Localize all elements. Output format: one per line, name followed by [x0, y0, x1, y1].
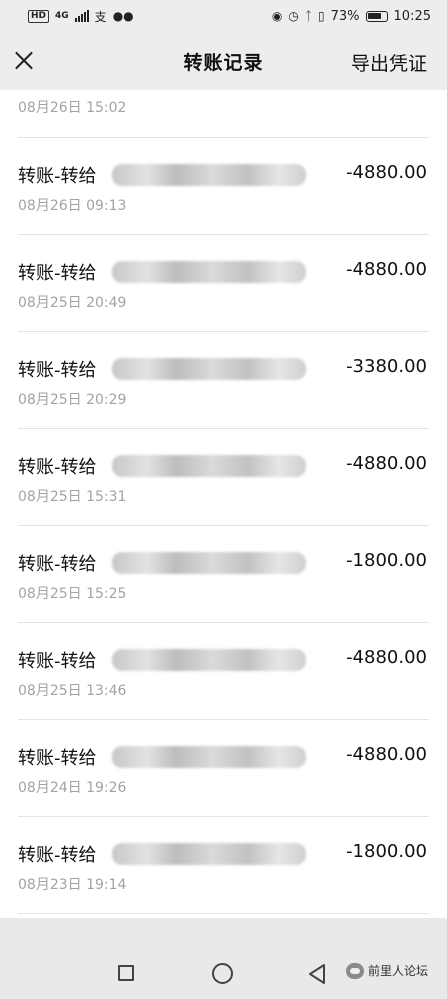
- transaction-amount: -1800.00: [346, 550, 427, 571]
- recipient-name-blurred: [112, 843, 306, 865]
- transaction-time: 08月25日 20:29: [18, 392, 127, 408]
- transaction-amount: -4880.00: [346, 647, 427, 668]
- list-item[interactable]: 转账-转给 08月25日 20:49 -4880.00: [0, 235, 447, 332]
- recipient-name-blurred: [112, 649, 306, 671]
- status-left-group: HD 4G 支 ●●: [28, 8, 134, 25]
- list-item[interactable]: 转账-转给 08月25日 15:25 -1800.00: [0, 526, 447, 623]
- transaction-amount: -4880.00: [346, 162, 427, 183]
- list-item[interactable]: 08月26日 15:02: [0, 90, 447, 138]
- signal-icon: [74, 10, 89, 22]
- eye-icon: ◉: [271, 9, 283, 23]
- alipay-icon: 支: [94, 9, 107, 24]
- transaction-amount: -3380.00: [346, 356, 427, 377]
- transaction-time: 08月25日 13:46: [18, 683, 127, 699]
- home-circle-icon[interactable]: [212, 963, 233, 984]
- bluetooth-icon: ᛏ: [304, 9, 313, 23]
- hd-icon: HD: [28, 9, 50, 23]
- status-right-group: ◉ ◷ ᛏ ▯ 73% 10:25: [272, 9, 431, 24]
- list-item[interactable]: 转账-转给 08月25日 20:29 -3380.00: [0, 332, 447, 429]
- transaction-time: 08月23日 19:14: [18, 877, 127, 893]
- nav-bar: 转账记录 导出凭证: [0, 32, 447, 90]
- transaction-time: 08月25日 15:25: [18, 586, 127, 602]
- alarm-icon: ◷: [288, 9, 299, 23]
- transaction-amount: -4880.00: [346, 744, 427, 765]
- transaction-time: 08月25日 15:31: [18, 489, 127, 505]
- wechat-channel-icon: [346, 962, 364, 979]
- page-title: 转账记录: [183, 51, 264, 74]
- system-nav-bar: 前里人论坛: [0, 954, 447, 994]
- transaction-title: 转账-转给: [18, 748, 97, 769]
- transaction-amount: -4880.00: [346, 259, 427, 280]
- list-item[interactable]: 转账-转给 08月23日 19:14 -1800.00: [0, 817, 447, 914]
- recipient-name-blurred: [112, 358, 306, 380]
- list-item[interactable]: 转账-转给 08月26日 09:13 -4880.00: [0, 138, 447, 235]
- clock-time: 10:25: [393, 8, 431, 24]
- recipient-name-blurred: [112, 746, 306, 768]
- recipient-name-blurred: [112, 261, 306, 283]
- transaction-time: 08月26日 15:02: [18, 100, 127, 116]
- transaction-amount: -4880.00: [346, 453, 427, 474]
- recents-square-icon[interactable]: [118, 965, 134, 981]
- watermark: 前里人论坛: [346, 962, 428, 979]
- bottom-system-area: 前里人论坛: [0, 918, 447, 999]
- battery-percent: 73%: [330, 8, 360, 24]
- row-divider: [18, 913, 429, 914]
- transaction-title: 转账-转给: [18, 166, 97, 187]
- close-icon[interactable]: [12, 48, 36, 72]
- recipient-name-blurred: [112, 552, 306, 574]
- recipient-name-blurred: [112, 164, 306, 186]
- watermark-text: 前里人论坛: [368, 964, 429, 978]
- network-gen-label: 4G: [55, 11, 69, 21]
- list-item[interactable]: 转账-转给 08月25日 15:31 -4880.00: [0, 429, 447, 526]
- transaction-title: 转账-转给: [18, 457, 97, 478]
- transaction-amount: -1800.00: [346, 841, 427, 862]
- status-bar: HD 4G 支 ●● ◉ ◷ ᛏ ▯ 73% 10:25: [0, 0, 447, 32]
- transaction-list[interactable]: 08月26日 15:02 转账-转给 08月26日 09:13 -4880.00…: [0, 90, 447, 918]
- battery-icon: [365, 10, 388, 22]
- wechat-icon: ●●: [112, 9, 134, 23]
- list-item[interactable]: 转账-转给 08月24日 19:26 -4880.00: [0, 720, 447, 817]
- transaction-title: 转账-转给: [18, 554, 97, 575]
- vibrate-icon: ▯: [318, 9, 325, 23]
- transaction-title: 转账-转给: [18, 651, 97, 672]
- transaction-time: 08月24日 19:26: [18, 780, 127, 796]
- list-item[interactable]: 转账-转给 08月25日 13:46 -4880.00: [0, 623, 447, 720]
- transaction-title: 转账-转给: [18, 263, 97, 284]
- transaction-time: 08月25日 20:49: [18, 295, 127, 311]
- export-voucher-button[interactable]: 导出凭证: [351, 49, 427, 76]
- transaction-time: 08月26日 09:13: [18, 198, 127, 214]
- transaction-title: 转账-转给: [18, 360, 97, 381]
- back-triangle-icon[interactable]: [307, 963, 327, 985]
- recipient-name-blurred: [112, 455, 306, 477]
- transaction-title: 转账-转给: [18, 845, 97, 866]
